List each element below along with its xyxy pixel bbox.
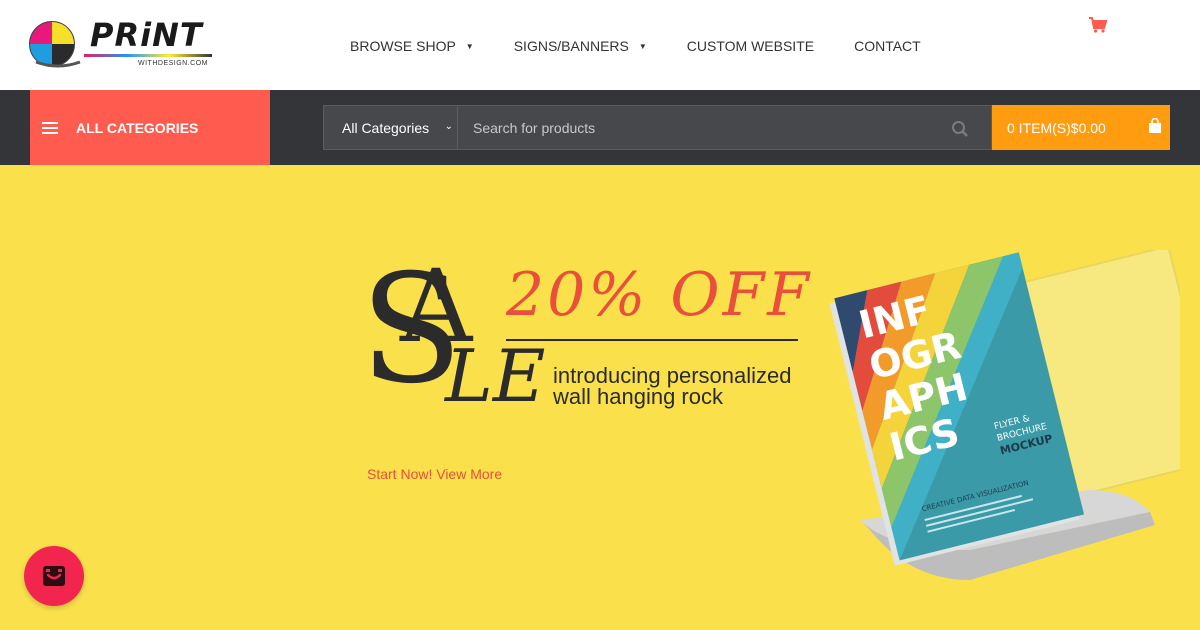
brochure-mockup-image: INF OGR APH ICS FLYER & BROCHURE MOCKUP … [830,250,1180,580]
logo-cmyk-ball-icon [29,21,81,68]
category-select[interactable]: All Categories ⌄ [323,105,458,150]
headline-divider [506,339,798,341]
chat-face-icon [43,566,65,586]
hamburger-menu-icon [42,121,58,134]
nav-custom-website[interactable]: CUSTOM WEBSITE [667,36,834,56]
search-input[interactable] [473,119,933,136]
all-categories-label: ALL CATEGORIES [76,119,199,136]
hero-tagline-line2: wall hanging rock [553,384,723,409]
nav-contact-label: CONTACT [854,38,921,54]
nav-custom-website-label: CUSTOM WEBSITE [686,38,815,54]
start-now-link[interactable]: Start Now! View More [367,466,502,482]
search-toolbar: ALL CATEGORIES All Categories ⌄ 0 ITEM(S… [0,90,1200,165]
hero-banner: S A LE 20% OFF introducing personalized … [0,165,1200,630]
top-header: PRiNT WITHDESIGN.COM BROWSE SHOP ▼ SIGNS… [0,0,1200,90]
cart-icon[interactable] [1088,16,1108,34]
cart-summary-label: 0 ITEM(S)$0.00 [1007,119,1106,136]
logo-underline [84,54,212,57]
main-nav: BROWSE SHOP ▼ SIGNS/BANNERS ▼ CUSTOM WEB… [330,36,941,56]
search-icon[interactable] [951,120,969,138]
shopping-bag-icon [1149,118,1161,133]
logo-wordmark: PRiNT [90,16,203,54]
nav-signs-banners[interactable]: SIGNS/BANNERS ▼ [494,36,667,56]
all-categories-button[interactable]: ALL CATEGORIES [30,90,270,165]
nav-browse-shop-label: BROWSE SHOP [350,38,456,54]
cart-summary-button[interactable]: 0 ITEM(S)$0.00 [992,105,1170,150]
logo-subtext: WITHDESIGN.COM [138,60,208,67]
nav-contact[interactable]: CONTACT [834,36,941,56]
sale-letters-le: LE [445,334,546,418]
search-box [458,105,992,150]
chat-widget-button[interactable] [24,546,84,606]
discount-headline: 20% OFF [506,260,812,330]
site-logo[interactable]: PRiNT WITHDESIGN.COM [28,14,218,76]
caret-down-icon: ▼ [465,41,474,51]
nav-signs-banners-label: SIGNS/BANNERS [513,38,629,54]
nav-browse-shop[interactable]: BROWSE SHOP ▼ [330,36,494,56]
caret-down-icon: ▼ [638,41,647,51]
chevron-down-icon: ⌄ [444,121,453,132]
hero-tagline: introducing personalized wall hanging ro… [553,363,823,409]
category-select-value: All Categories [342,119,430,136]
hero-tagline-line1: introducing personalized [553,363,792,388]
